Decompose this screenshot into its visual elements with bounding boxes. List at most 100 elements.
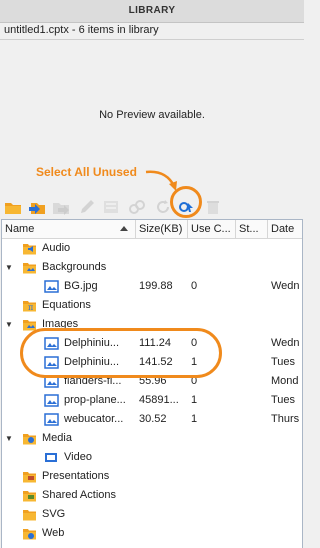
item-name: Backgrounds (42, 261, 107, 273)
images-folder-icon (22, 317, 37, 332)
item-use-count: 1 (191, 394, 198, 406)
list-item[interactable]: Delphiniu... 141.52 1 Tues (2, 353, 302, 372)
library-summary: untitled1.cptx - 6 items in library (0, 22, 304, 40)
shared-actions-folder-icon (22, 488, 37, 503)
usage-icon[interactable] (128, 198, 146, 216)
column-name[interactable]: Name (2, 220, 136, 238)
item-name: prop-plane... (64, 394, 126, 406)
folder-row[interactable]: SVG (2, 505, 302, 524)
folder-row[interactable]: ▼ Images (2, 315, 302, 334)
update-icon[interactable] (154, 198, 172, 216)
item-name: SVG (42, 508, 66, 520)
item-date: Wedn (271, 280, 300, 292)
item-size: 55.96 (139, 375, 167, 387)
item-status (239, 372, 267, 391)
item-use-count: 0 (191, 375, 198, 387)
folder-row[interactable]: Web (2, 524, 302, 543)
item-name: Presentations (42, 470, 110, 482)
list-item[interactable]: BG.jpg 199.88 0 Wedn (2, 277, 302, 296)
folder-row[interactable]: Presentations (2, 467, 302, 486)
item-use-count: 1 (191, 356, 198, 368)
list-item[interactable]: flanders-fi... 55.96 0 Mond (2, 372, 302, 391)
backgrounds-folder-icon (22, 260, 37, 275)
preview-message: No Preview available. (99, 109, 205, 121)
item-date: Wedn (271, 337, 300, 349)
svg-text:π: π (28, 303, 33, 312)
item-name: flanders-fi... (64, 375, 122, 387)
item-size: 111.24 (139, 337, 172, 349)
audio-folder-icon (22, 241, 37, 256)
item-size: 45891... (139, 394, 179, 406)
panel-title: LIBRARY (0, 0, 304, 23)
expand-toggle-icon[interactable]: ▼ (4, 429, 14, 448)
item-status (239, 334, 267, 353)
item-name: Media (42, 432, 72, 444)
column-use-count[interactable]: Use C... (188, 220, 236, 238)
sort-up-icon (120, 226, 128, 231)
folder-row[interactable]: ▼ Media (2, 429, 302, 448)
image-icon (44, 336, 59, 351)
folder-row[interactable]: Audio (2, 239, 302, 258)
expand-toggle-icon[interactable]: ▼ (4, 258, 14, 277)
list-item[interactable]: Video (2, 448, 302, 467)
open-folder-icon[interactable] (4, 198, 22, 216)
item-date (271, 448, 302, 467)
item-date: Mond (271, 375, 299, 387)
item-name: Web (42, 527, 65, 539)
item-use-count (191, 448, 231, 467)
list-item[interactable]: Delphiniu... 111.24 0 Wedn (2, 334, 302, 353)
item-name: Delphiniu... (64, 337, 120, 349)
item-name: Shared Actions (42, 489, 116, 501)
list-header: Name Size(KB) Use C... St... Date (2, 220, 302, 239)
item-use-count: 0 (191, 337, 198, 349)
web-folder-icon (22, 526, 37, 541)
item-size: 30.52 (139, 413, 167, 425)
select-all-unused-icon[interactable] (178, 198, 196, 216)
expand-toggle-icon[interactable]: ▼ (4, 315, 14, 334)
folder-row[interactable]: ▼ Backgrounds (2, 258, 302, 277)
item-name: Audio (42, 242, 71, 254)
column-date[interactable]: Date (268, 220, 302, 238)
video-folder-icon (44, 450, 59, 465)
list-item[interactable]: prop-plane... 45891... 1 Tues (2, 391, 302, 410)
properties-icon[interactable] (102, 198, 120, 216)
image-icon (44, 412, 59, 427)
item-date: Tues (271, 394, 296, 406)
image-icon (44, 374, 59, 389)
library-list: Name Size(KB) Use C... St... Date Audio ▼… (1, 219, 303, 548)
item-name: Images (42, 318, 79, 330)
item-size (139, 448, 188, 467)
item-date: Tues (271, 356, 296, 368)
image-icon (44, 279, 59, 294)
item-name: Video (64, 451, 92, 463)
item-name: Delphiniu... (64, 356, 120, 368)
presentations-folder-icon (22, 469, 37, 484)
import-icon[interactable] (28, 198, 46, 216)
item-name: BG.jpg (64, 280, 98, 292)
export-icon[interactable] (52, 198, 70, 216)
item-date: Thurs (271, 413, 300, 425)
equations-folder-icon: π (22, 298, 37, 313)
media-folder-icon (22, 431, 37, 446)
item-use-count: 0 (191, 280, 198, 292)
item-status (239, 410, 267, 429)
item-name: webucator... (64, 413, 124, 425)
column-size[interactable]: Size(KB) (136, 220, 188, 238)
item-use-count: 1 (191, 413, 198, 425)
list-item[interactable]: webucator... 30.52 1 Thurs (2, 410, 302, 429)
item-status (239, 277, 267, 296)
column-status[interactable]: St... (236, 220, 268, 238)
library-toolbar (4, 196, 304, 218)
item-status (239, 353, 267, 372)
item-name: Equations (42, 299, 91, 311)
image-icon (44, 355, 59, 370)
svg-folder-icon (22, 507, 37, 522)
item-size: 141.52 (139, 356, 173, 368)
item-status (239, 391, 267, 410)
annotation-label: Select All Unused (36, 165, 137, 179)
edit-icon[interactable] (78, 198, 96, 216)
delete-icon[interactable] (204, 198, 222, 216)
item-status (239, 448, 267, 467)
folder-row[interactable]: π Equations (2, 296, 302, 315)
folder-row[interactable]: Shared Actions (2, 486, 302, 505)
